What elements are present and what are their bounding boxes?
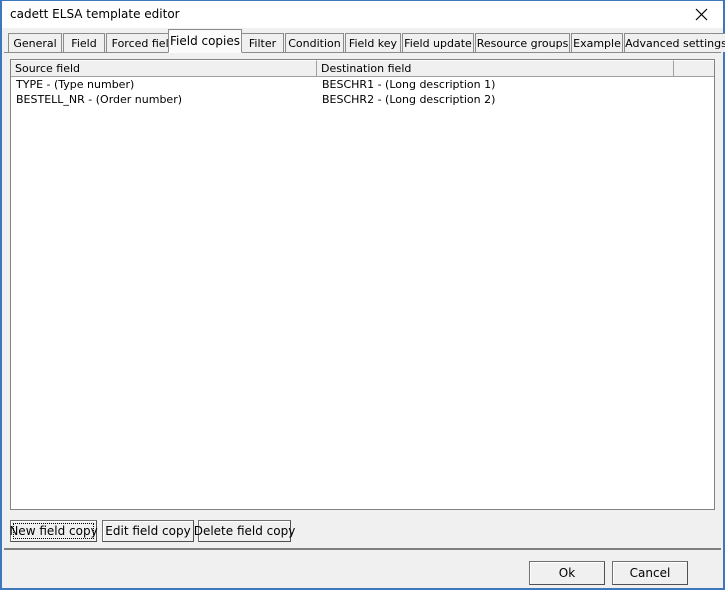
dialog-footer: Ok Cancel	[4, 548, 721, 587]
tab-advanced-settings[interactable]: Advanced settings	[624, 33, 725, 52]
tab-filter[interactable]: Filter	[241, 33, 284, 52]
button-label: Cancel	[629, 566, 671, 580]
tab-example[interactable]: Example	[571, 33, 623, 52]
tab-label: Advanced settings	[625, 36, 725, 50]
tab-page-field-copies: Source field Destination field TYPE - (T…	[4, 52, 721, 547]
dialog-window: cadett ELSA template editor General Fiel…	[0, 0, 725, 590]
tab-label: Field	[71, 36, 97, 50]
close-button[interactable]	[679, 1, 723, 27]
new-field-copy-button[interactable]: New field copy	[9, 520, 98, 542]
tab-label: General	[13, 36, 57, 50]
edit-field-copy-button[interactable]: Edit field copy	[102, 520, 194, 542]
button-label: Ok	[558, 566, 576, 580]
tab-label: Field key	[348, 36, 398, 50]
button-label: Edit field copy	[105, 524, 191, 538]
tab-label: Field update	[404, 36, 472, 50]
table-row[interactable]: BESTELL_NR - (Order number) BESCHR2 - (L…	[11, 92, 714, 107]
column-header-label: Destination field	[321, 62, 412, 75]
tab-label: Condition	[288, 36, 341, 50]
tab-field-update[interactable]: Field update	[402, 33, 474, 52]
tab-label: Example	[573, 36, 621, 50]
tab-field[interactable]: Field	[63, 33, 105, 52]
cancel-button[interactable]: Cancel	[612, 561, 688, 585]
tab-condition[interactable]: Condition	[285, 33, 344, 52]
ok-button[interactable]: Ok	[529, 561, 605, 585]
table-row[interactable]: TYPE - (Type number) BESCHR1 - (Long des…	[11, 77, 714, 92]
cell-source-field: BESTELL_NR - (Order number)	[16, 93, 183, 106]
field-copies-list[interactable]: Source field Destination field TYPE - (T…	[10, 59, 715, 510]
cell-destination-field: BESCHR1 - (Long description 1)	[322, 78, 496, 91]
tab-field-key[interactable]: Field key	[345, 33, 401, 52]
tab-bar: General Field Forced fields Field copies…	[4, 29, 725, 53]
close-icon	[695, 8, 708, 21]
column-header-destination-field[interactable]: Destination field	[317, 60, 674, 76]
button-label: New field copy	[9, 524, 98, 538]
title-bar: cadett ELSA template editor	[2, 1, 723, 28]
column-header-label: Source field	[15, 62, 81, 75]
tab-label: Filter	[248, 36, 277, 50]
list-body: TYPE - (Type number) BESCHR1 - (Long des…	[11, 77, 714, 509]
tab-label: Field copies	[169, 34, 241, 48]
column-header-source-field[interactable]: Source field	[11, 60, 317, 76]
tab-field-copies[interactable]: Field copies	[168, 29, 242, 53]
cell-source-field: TYPE - (Type number)	[16, 78, 135, 91]
tab-label: Resource groups	[476, 36, 569, 50]
tab-resource-groups[interactable]: Resource groups	[475, 33, 570, 52]
delete-field-copy-button[interactable]: Delete field copy	[194, 520, 295, 542]
list-header: Source field Destination field	[11, 60, 714, 77]
cell-destination-field: BESCHR2 - (Long description 2)	[322, 93, 496, 106]
tab-general[interactable]: General	[8, 33, 62, 52]
button-label: Delete field copy	[193, 524, 296, 538]
column-header-extra[interactable]	[674, 60, 714, 76]
window-title: cadett ELSA template editor	[10, 7, 180, 21]
